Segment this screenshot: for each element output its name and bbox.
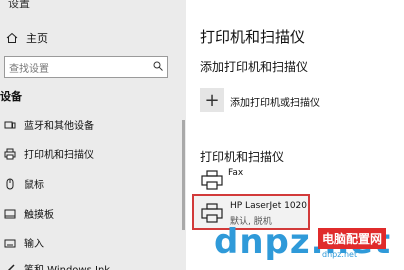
sidebar-item-label: 主页 <box>26 32 48 45</box>
printer-icon <box>200 203 224 223</box>
keyboard-icon <box>4 237 16 249</box>
search-icon[interactable] <box>153 61 163 74</box>
window-title: 设置 <box>8 0 30 10</box>
sidebar-item-label: 输入 <box>24 239 44 250</box>
sidebar-item-bluetooth[interactable]: 蓝牙和其他设备 <box>4 117 94 132</box>
pen-icon <box>4 263 16 270</box>
watermark-tag: 电脑配置网 <box>318 228 387 249</box>
search-placeholder: 查找设置 <box>9 63 49 75</box>
sidebar-item-label: 打印机和扫描仪 <box>24 150 94 161</box>
sidebar-item-label: 蓝牙和其他设备 <box>24 121 94 132</box>
sidebar-item-printers[interactable]: 打印机和扫描仪 <box>4 146 94 161</box>
page-title: 打印机和扫描仪 <box>200 28 306 46</box>
search-input[interactable]: 查找设置 <box>4 56 168 78</box>
sidebar-item-label: 触摸板 <box>24 210 54 221</box>
sidebar-item-mouse[interactable]: 鼠标 <box>4 176 44 191</box>
plus-icon: + <box>204 89 220 111</box>
printer-name: Fax <box>228 168 244 178</box>
bluetooth-icon <box>4 119 16 131</box>
add-printer-button[interactable]: + <box>200 88 224 112</box>
sidebar-item-touchpad[interactable]: 触摸板 <box>4 206 54 221</box>
sidebar-item-pen[interactable]: 笔和 Windows Ink <box>4 261 110 270</box>
sidebar-item-home[interactable]: 主页 <box>6 30 48 46</box>
add-printer-label[interactable]: 添加打印机或扫描仪 <box>230 94 320 109</box>
touchpad-icon <box>4 208 16 220</box>
mouse-icon <box>4 178 16 190</box>
sidebar-item-label: 笔和 Windows Ink <box>24 261 110 270</box>
home-icon <box>6 32 18 44</box>
printers-section-title: 打印机和扫描仪 <box>200 150 285 164</box>
sidebar-item-typing[interactable]: 输入 <box>4 235 44 250</box>
printer-icon <box>200 170 224 190</box>
printer-icon <box>4 148 16 160</box>
watermark-sub: dnpz.net <box>322 250 358 259</box>
printer-name: HP LaserJet 1020 <box>230 201 307 211</box>
add-section-title: 添加打印机和扫描仪 <box>200 60 309 74</box>
sidebar-section-devices: 设备 <box>0 90 22 103</box>
sidebar-scrollbar[interactable] <box>182 120 185 230</box>
sidebar-item-label: 鼠标 <box>24 180 44 191</box>
site-watermark: dnpz.net 电脑配置网 dnpz.net <box>214 222 404 270</box>
settings-sidebar: 设置 主页 查找设置 设备 蓝牙和其他设备 打印机和扫描仪 鼠标 触摸板 输入 <box>0 0 186 270</box>
